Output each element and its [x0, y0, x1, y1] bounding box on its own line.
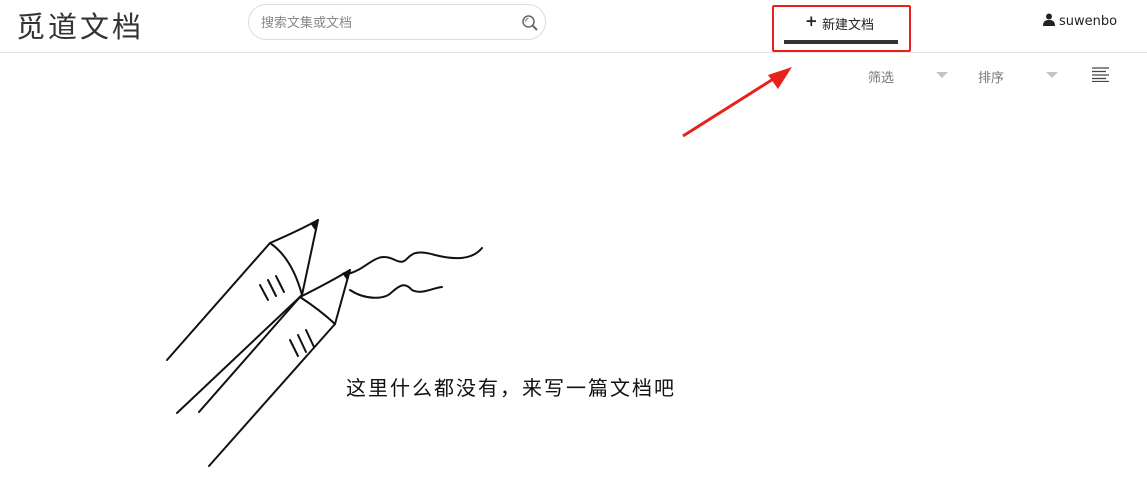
filter-caret-icon[interactable]	[936, 72, 948, 78]
filter-dropdown[interactable]: 筛选	[868, 67, 894, 86]
app-logo[interactable]: 觅道文档	[16, 4, 144, 46]
new-document-button[interactable]: + 新建文档	[784, 4, 898, 44]
empty-state-message: 这里什么都没有，来写一篇文档吧	[346, 376, 676, 400]
plus-icon: +	[805, 12, 818, 30]
search-box	[248, 4, 546, 40]
search-input[interactable]	[259, 12, 513, 34]
search-icon[interactable]	[521, 14, 539, 32]
user-menu[interactable]: suwenbo	[1043, 13, 1117, 29]
sort-dropdown[interactable]: 排序	[978, 67, 1004, 86]
annotation-arrow-icon	[682, 67, 792, 138]
sort-caret-icon[interactable]	[1046, 72, 1058, 78]
username: suwenbo	[1059, 14, 1118, 29]
list-view-icon[interactable]	[1092, 67, 1109, 82]
empty-state-illustration	[166, 219, 483, 467]
new-document-label: 新建文档	[822, 18, 875, 33]
top-header: 觅道文档 + 新建文档 suwenbo	[0, 0, 1147, 53]
user-icon	[1043, 13, 1055, 26]
